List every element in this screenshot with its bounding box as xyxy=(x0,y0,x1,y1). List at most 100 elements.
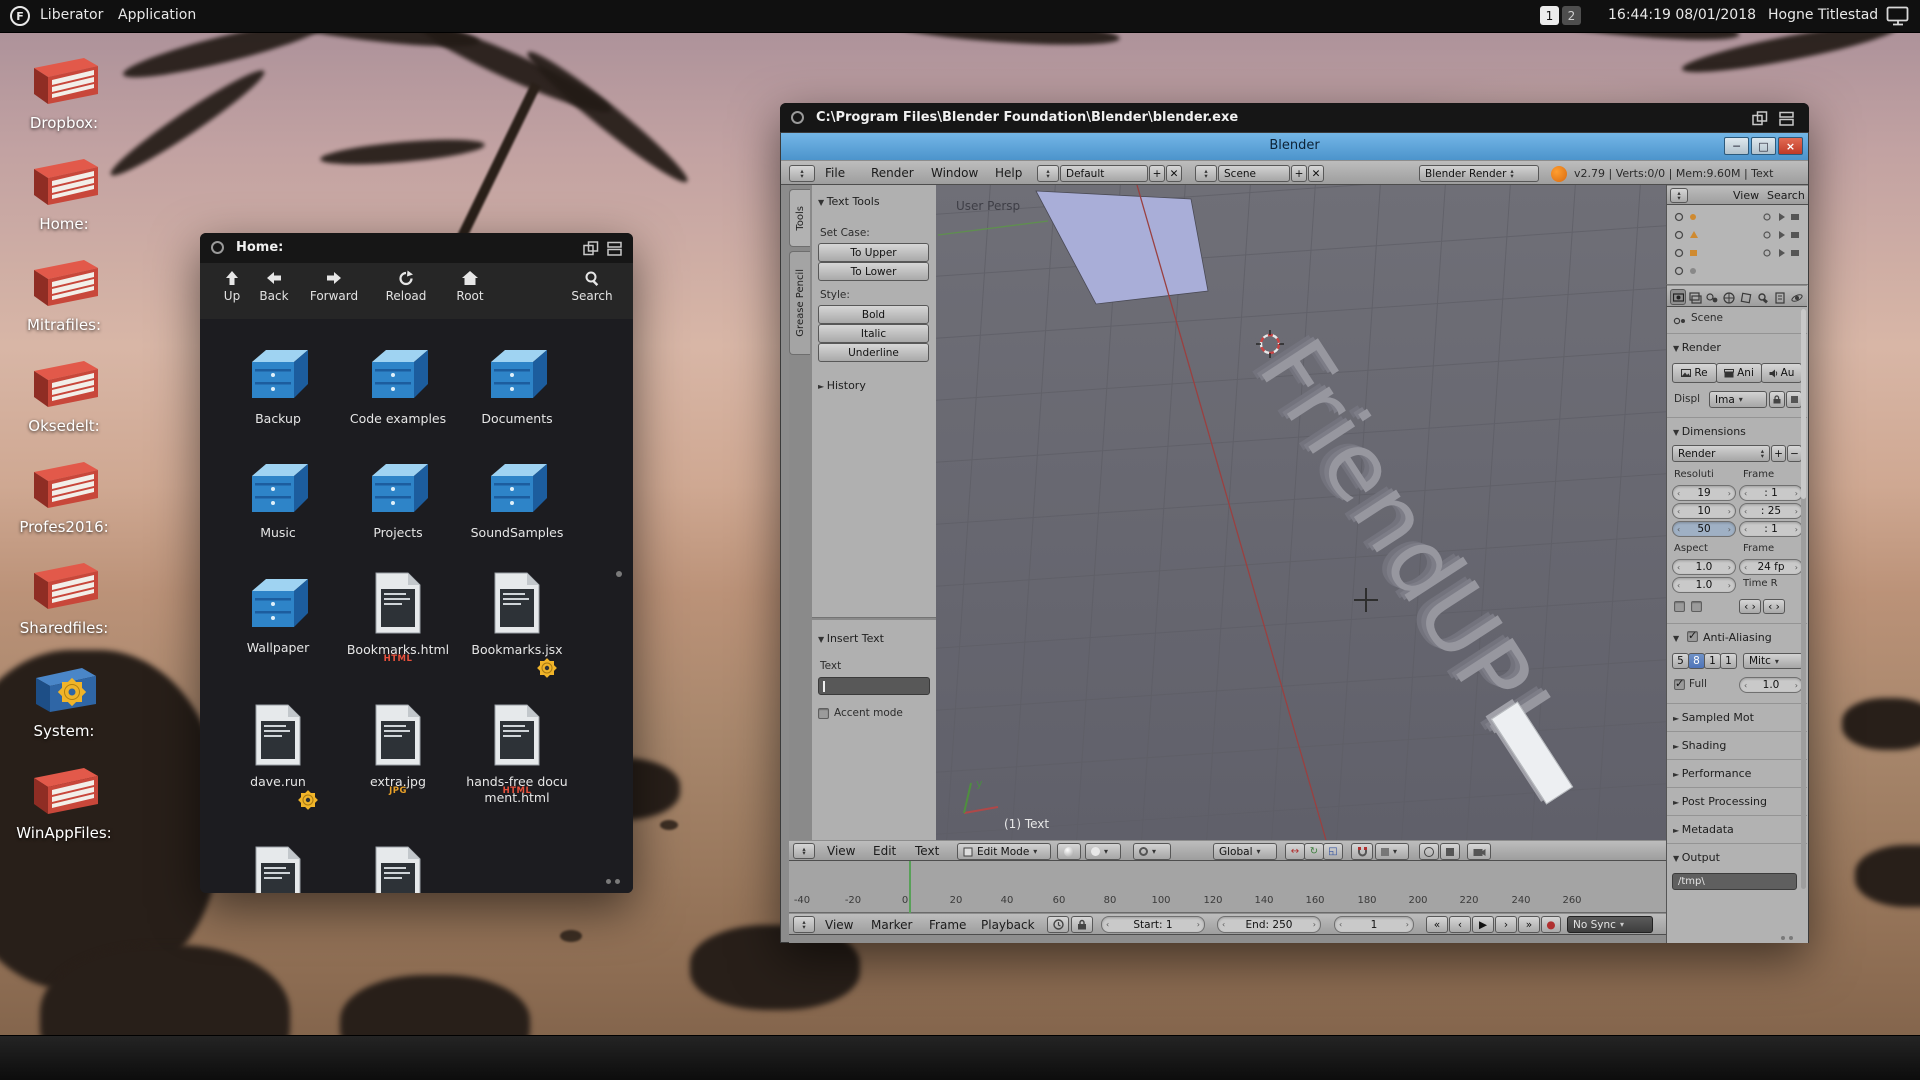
aspect-x-field[interactable]: ‹1.0› xyxy=(1672,559,1736,575)
antialias-checkbox[interactable] xyxy=(1687,631,1698,642)
menu-view[interactable]: View xyxy=(825,918,853,932)
current-frame-field[interactable]: ‹1› xyxy=(1334,916,1414,933)
tab-tools[interactable]: Tools xyxy=(789,189,810,247)
sync-dropdown[interactable]: No Sync▾ xyxy=(1567,916,1653,933)
close-gadget-icon[interactable] xyxy=(791,111,804,124)
zoom-gadget-icon[interactable] xyxy=(1752,111,1768,130)
menu-window[interactable]: Window xyxy=(931,166,978,180)
aspect-y-field[interactable]: ‹1.0› xyxy=(1672,577,1736,593)
workspace-2-button[interactable]: 2 xyxy=(1562,6,1581,25)
output-path-field[interactable]: /tmp\ xyxy=(1672,873,1797,890)
editor-type-button[interactable]: ▴▾ xyxy=(789,165,815,182)
file-item[interactable] xyxy=(226,845,330,893)
mode-dropdown[interactable]: Edit Mode▾ xyxy=(957,843,1051,860)
viewport-3d[interactable]: FriendUP! User Persp (1) Text y xyxy=(936,185,1666,840)
render-audio-button[interactable]: Au xyxy=(1761,363,1802,383)
next-frame-button[interactable]: › xyxy=(1495,916,1517,933)
display-mode-dropdown[interactable]: Ima▾ xyxy=(1709,391,1767,408)
cursor-3d-icon[interactable] xyxy=(1256,330,1284,358)
scene-browse-icon[interactable]: ▴▾ xyxy=(1195,165,1217,182)
display-icon[interactable] xyxy=(1886,5,1910,31)
menu-edit[interactable]: Edit xyxy=(873,844,896,858)
pivot-dropdown[interactable]: ▾ xyxy=(1133,843,1171,860)
resolution-y-field[interactable]: ‹10› xyxy=(1672,503,1736,519)
panel-sampled-motion[interactable]: Sampled Mot xyxy=(1673,711,1754,724)
panel-insert-text[interactable]: Insert Text xyxy=(818,632,884,645)
menu-file[interactable]: File xyxy=(825,166,845,180)
menu-marker[interactable]: Marker xyxy=(871,918,912,932)
time-new-stepper[interactable]: ‹ › xyxy=(1763,599,1785,614)
remove-layout-button[interactable]: ✕ xyxy=(1166,165,1182,182)
file-item[interactable]: Projects xyxy=(346,456,450,541)
root-button[interactable]: Root xyxy=(442,270,498,303)
file-item[interactable]: Documents xyxy=(465,342,569,427)
snap-magnet-icon[interactable] xyxy=(1351,843,1373,860)
time-old-stepper[interactable]: ‹ › xyxy=(1739,599,1761,614)
outliner-row[interactable] xyxy=(1667,227,1802,245)
record-button[interactable]: ● xyxy=(1541,916,1561,933)
filter-size-field[interactable]: ‹1.0› xyxy=(1739,677,1803,693)
reload-button[interactable]: Reload xyxy=(378,270,434,303)
render-ops-camera-icon[interactable] xyxy=(1467,843,1491,860)
zoom-gadget-icon[interactable] xyxy=(583,241,599,260)
scene-dropdown[interactable]: Scene xyxy=(1218,165,1290,182)
tab-world-icon[interactable] xyxy=(1722,290,1736,309)
panel-post-processing[interactable]: Post Processing xyxy=(1673,795,1767,808)
start-frame-field[interactable]: ‹Start: 1› xyxy=(1101,916,1205,933)
panel-dimensions[interactable]: Dimensions xyxy=(1673,425,1746,438)
panel-performance[interactable]: Performance xyxy=(1673,767,1751,780)
desktop-icon-dropbox[interactable]: Dropbox: xyxy=(8,52,120,132)
display-lock-icon[interactable] xyxy=(1769,391,1785,408)
file-item[interactable]: dave.run xyxy=(226,703,330,790)
editor-type-button[interactable]: ▴▾ xyxy=(793,916,815,933)
file-item[interactable]: SoundSamples xyxy=(465,456,569,541)
preset-remove-button[interactable]: − xyxy=(1787,445,1802,462)
search-button[interactable]: Search xyxy=(564,270,620,303)
manipulator-rotate-icon[interactable]: ↻ xyxy=(1304,843,1324,860)
resolution-percent-field[interactable]: ‹50› xyxy=(1672,521,1736,537)
filemanager-titlebar[interactable]: Home: xyxy=(200,233,633,264)
resize-grip-dot[interactable] xyxy=(615,879,620,884)
scrollbar-dot[interactable] xyxy=(616,571,622,577)
back-button[interactable]: Back xyxy=(246,270,302,303)
wine-titlebar[interactable]: Blender ─ □ × xyxy=(781,133,1808,160)
clock-icon[interactable] xyxy=(1047,916,1069,933)
menu-help[interactable]: Help xyxy=(995,166,1022,180)
close-button[interactable]: × xyxy=(1778,137,1803,155)
lock-icon[interactable] xyxy=(1071,916,1093,933)
bold-button[interactable]: Bold xyxy=(818,305,929,324)
tab-render-layers-icon[interactable] xyxy=(1688,290,1702,309)
underline-button[interactable]: Underline xyxy=(818,343,929,362)
tab-physics-icon[interactable] xyxy=(1790,290,1804,309)
shading-dropdown[interactable]: ▾ xyxy=(1085,843,1121,860)
file-item[interactable]: HTML hands-free document.html xyxy=(465,703,569,805)
file-item[interactable]: JPG extra.jpg xyxy=(346,703,450,790)
aa-samples-8-button[interactable]: 8 xyxy=(1688,653,1705,669)
menu-text[interactable]: Text xyxy=(915,844,939,858)
tab-scene-icon[interactable] xyxy=(1705,290,1719,309)
desktop-icon-oksedelt[interactable]: Oksedelt: xyxy=(8,355,120,435)
blender-titlebar[interactable]: C:\Program Files\Blender Foundation\Blen… xyxy=(780,103,1809,134)
remove-scene-button[interactable]: ✕ xyxy=(1308,165,1324,182)
prev-frame-button[interactable]: ‹ xyxy=(1449,916,1471,933)
render-still-button[interactable]: Re xyxy=(1672,363,1717,383)
outliner-row[interactable] xyxy=(1667,263,1802,281)
resize-grip-dot[interactable] xyxy=(1789,936,1793,940)
outliner-row[interactable] xyxy=(1667,209,1802,227)
plane-object[interactable] xyxy=(1036,191,1208,304)
panel-antialias-arrow[interactable] xyxy=(1673,631,1683,644)
resize-grip-dot[interactable] xyxy=(1781,936,1785,940)
tab-data-icon[interactable] xyxy=(1773,290,1787,309)
menu-application[interactable]: Application xyxy=(118,7,196,23)
insert-text-input[interactable] xyxy=(818,677,930,695)
screen-layout-icon[interactable]: ▴▾ xyxy=(1037,165,1059,182)
manipulator-scale-icon[interactable]: ◱ xyxy=(1323,843,1343,860)
display-extra-icon[interactable] xyxy=(1786,391,1802,408)
panel-metadata[interactable]: Metadata xyxy=(1673,823,1734,836)
render-animation-button[interactable]: Ani xyxy=(1716,363,1762,383)
tab-grease-pencil[interactable]: Grease Pencil xyxy=(789,251,810,355)
menu-render[interactable]: Render xyxy=(871,166,914,180)
desktop-icon-profes2016[interactable]: Profes2016: xyxy=(8,456,120,536)
outliner-view-menu[interactable]: View xyxy=(1733,189,1759,202)
jump-start-button[interactable]: « xyxy=(1426,916,1448,933)
